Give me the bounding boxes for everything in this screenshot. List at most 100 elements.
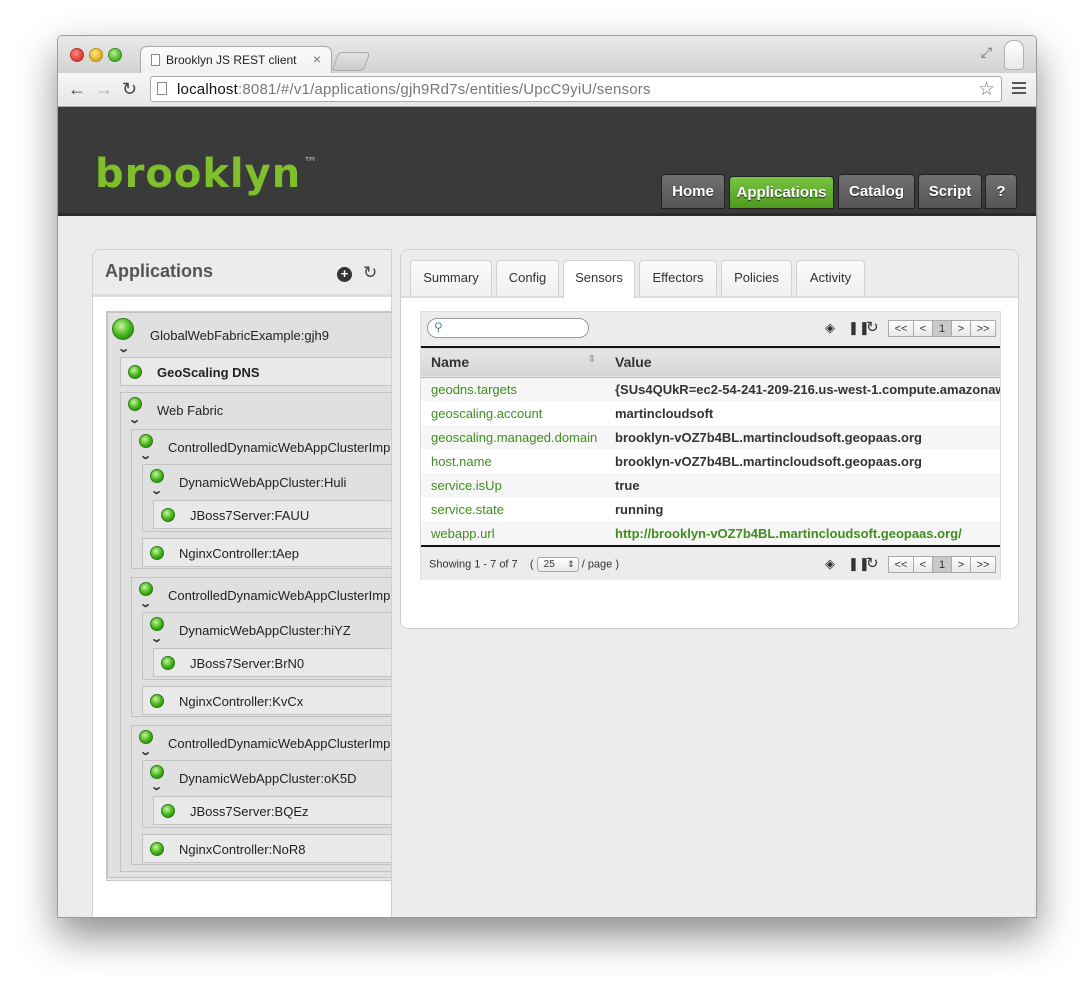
sensors-table-wrapper: ⚲ ◈ ❚❚ ↻ << < 1 > >> Name ⇕ Value geodns… xyxy=(420,311,1001,580)
status-running-icon xyxy=(150,546,164,560)
table-footer: Showing 1 - 7 of 7 ( 25 / page ) ◈ ❚❚ ↻ … xyxy=(421,545,1000,580)
browser-window: Brooklyn JS REST client × ⤢ ← → ↻ localh… xyxy=(57,35,1037,918)
chevron-down-icon[interactable]: ⌄ xyxy=(150,780,163,793)
tree-node-label: DynamicWebAppCluster:oK5D xyxy=(179,771,357,786)
tree-node-root[interactable]: ⌄ GlobalWebFabricExample:gjh9 GeoScaling… xyxy=(107,312,391,878)
star-icon[interactable]: ☆ xyxy=(978,78,995,101)
browser-tab-title: Brooklyn JS REST client xyxy=(166,53,297,67)
address-url[interactable]: localhost:8081/#/v1/applications/gjh9Rd7… xyxy=(177,81,651,98)
tree-node-label: JBoss7Server:FAUU xyxy=(190,508,310,523)
pager-next[interactable]: > xyxy=(951,320,971,337)
refresh-icon[interactable]: ↻ xyxy=(363,263,377,283)
table-row[interactable]: host.name brooklyn-vOZ7b4BL.martincloudso… xyxy=(421,449,1000,473)
reload-icon[interactable]: ↻ xyxy=(122,79,137,99)
pager-top: << < 1 > >> xyxy=(888,320,996,337)
sensor-name: geodns.targets xyxy=(431,381,518,397)
tree-node-nginx[interactable]: NginxController:NoR8 xyxy=(142,834,391,863)
add-icon[interactable]: + xyxy=(337,267,352,282)
pager-last[interactable]: >> xyxy=(970,320,996,337)
brooklyn-logo[interactable]: brooklyn ™ xyxy=(95,151,318,197)
chevron-down-icon[interactable]: ⌄ xyxy=(117,342,130,355)
tree-node-webapp-cluster[interactable]: ⌄ DynamicWebAppCluster:hiYZ JBoss7Server… xyxy=(142,612,391,680)
chevron-down-icon[interactable]: ⌄ xyxy=(139,745,152,758)
column-header-value[interactable]: Value xyxy=(605,347,1000,377)
nav-script[interactable]: Script xyxy=(918,174,982,209)
close-tab-icon[interactable]: × xyxy=(313,51,321,67)
tab-summary[interactable]: Summary xyxy=(410,260,492,296)
back-arrow-icon[interactable]: ← xyxy=(68,79,86,99)
pager-next[interactable]: > xyxy=(951,556,971,573)
forward-arrow-icon[interactable]: → xyxy=(95,79,113,99)
webapp-url-link[interactable]: http://brooklyn-vOZ7b4BL.martincloudsoft… xyxy=(605,521,1000,545)
status-running-icon xyxy=(139,434,153,448)
tree-node-label: DynamicWebAppCluster:Huli xyxy=(179,475,347,490)
minimize-window-button[interactable] xyxy=(89,48,103,62)
browser-tab[interactable]: Brooklyn JS REST client × xyxy=(140,46,332,73)
nav-catalog[interactable]: Catalog xyxy=(838,174,915,209)
app-header: brooklyn ™ Home Applications Catalog Scri… xyxy=(58,107,1036,216)
table-row[interactable]: geoscaling.managed.domain brooklyn-vOZ7b4… xyxy=(421,425,1000,449)
tree-node-label: Web Fabric xyxy=(157,403,224,418)
pager-last[interactable]: >> xyxy=(970,556,996,573)
tab-policies[interactable]: Policies xyxy=(721,260,792,296)
column-header-name[interactable]: Name ⇕ xyxy=(421,347,605,377)
sensor-name: geoscaling.account xyxy=(431,405,543,421)
refresh-icon[interactable]: ↻ xyxy=(866,554,879,572)
table-row[interactable]: geoscaling.account martincloudsoft xyxy=(421,401,1000,425)
tab-sensors[interactable]: Sensors xyxy=(563,260,635,298)
new-tab-button[interactable] xyxy=(331,52,371,71)
tree-node-jboss[interactable]: JBoss7Server:FAUU xyxy=(153,500,391,529)
table-row[interactable]: service.state running xyxy=(421,497,1000,521)
pager-prev[interactable]: < xyxy=(913,556,933,573)
zoom-window-button[interactable] xyxy=(108,48,122,62)
chevron-down-icon[interactable]: ⌄ xyxy=(128,413,141,426)
tab-config[interactable]: Config xyxy=(496,260,559,296)
tree-node-geoscaling-dns[interactable]: GeoScaling DNS xyxy=(120,357,391,386)
tree-node-cluster[interactable]: ⌄ ControlledDynamicWebAppClusterImpl ⌄ D… xyxy=(131,429,391,569)
tree-node-cluster[interactable]: ⌄ ControlledDynamicWebAppClusterImpl ⌄ D… xyxy=(131,577,391,717)
chevron-down-icon[interactable]: ⌄ xyxy=(139,449,152,462)
tree-node-nginx[interactable]: NginxController:tAep xyxy=(142,538,391,567)
sensor-value: martincloudsoft xyxy=(615,405,714,421)
table-row[interactable]: geodns.targets {SUs4QUkR=ec2-54-241-209-2… xyxy=(421,377,1000,401)
close-window-button[interactable] xyxy=(70,48,84,62)
tree-node-cluster[interactable]: ⌄ ControlledDynamicWebAppClusterImpl ⌄ D… xyxy=(131,725,391,865)
profile-icon[interactable] xyxy=(1004,40,1024,70)
table-row[interactable]: webapp.url http://brooklyn-vOZ7b4BL.marti… xyxy=(421,521,1000,545)
page-size-select[interactable]: 25 xyxy=(536,557,579,572)
page: brooklyn ™ Home Applications Catalog Scri… xyxy=(58,107,1036,917)
status-running-icon xyxy=(139,582,153,596)
page-icon xyxy=(151,54,160,66)
sensor-name: service.state xyxy=(431,501,504,517)
tree-node-webapp-cluster[interactable]: ⌄ DynamicWebAppCluster:oK5D JBoss7Server… xyxy=(142,760,391,828)
status-running-icon xyxy=(128,397,142,411)
chevron-down-icon[interactable]: ⌄ xyxy=(150,632,163,645)
pager-prev[interactable]: < xyxy=(913,320,933,337)
pager-page[interactable]: 1 xyxy=(932,556,952,573)
nav-home[interactable]: Home xyxy=(661,174,725,209)
nav-applications[interactable]: Applications xyxy=(729,176,834,209)
fullscreen-icon[interactable]: ⤢ xyxy=(981,44,992,61)
tree-node-webapp-cluster[interactable]: ⌄ DynamicWebAppCluster:Huli JBoss7Server… xyxy=(142,464,391,532)
tree-node-jboss[interactable]: JBoss7Server:BQEz xyxy=(153,796,391,825)
tree-node-nginx[interactable]: NginxController:KvCx xyxy=(142,686,391,715)
hide-icon[interactable]: ◈ xyxy=(825,556,835,572)
pager-first[interactable]: << xyxy=(888,556,914,573)
address-bar[interactable]: localhost:8081/#/v1/applications/gjh9Rd7… xyxy=(150,76,1002,102)
tab-activity[interactable]: Activity xyxy=(796,260,865,296)
tree-node-label: GeoScaling DNS xyxy=(157,365,260,380)
pager-page[interactable]: 1 xyxy=(932,320,952,337)
hide-icon[interactable]: ◈ xyxy=(825,320,835,336)
refresh-icon[interactable]: ↻ xyxy=(866,318,879,336)
nav-help[interactable]: ? xyxy=(985,174,1017,209)
tree-node-jboss[interactable]: JBoss7Server:BrN0 xyxy=(153,648,391,677)
tree-node-web-fabric[interactable]: ⌄ Web Fabric ⌄ ControlledDynamicWebAppCl… xyxy=(120,392,391,872)
search-input[interactable]: ⚲ xyxy=(427,318,589,338)
chevron-down-icon[interactable]: ⌄ xyxy=(150,484,163,497)
chevron-down-icon[interactable]: ⌄ xyxy=(139,597,152,610)
sensor-name: host.name xyxy=(431,453,492,469)
table-row[interactable]: service.isUp true xyxy=(421,473,1000,497)
pager-first[interactable]: << xyxy=(888,320,914,337)
menu-icon[interactable] xyxy=(1012,82,1026,97)
tab-effectors[interactable]: Effectors xyxy=(639,260,717,296)
